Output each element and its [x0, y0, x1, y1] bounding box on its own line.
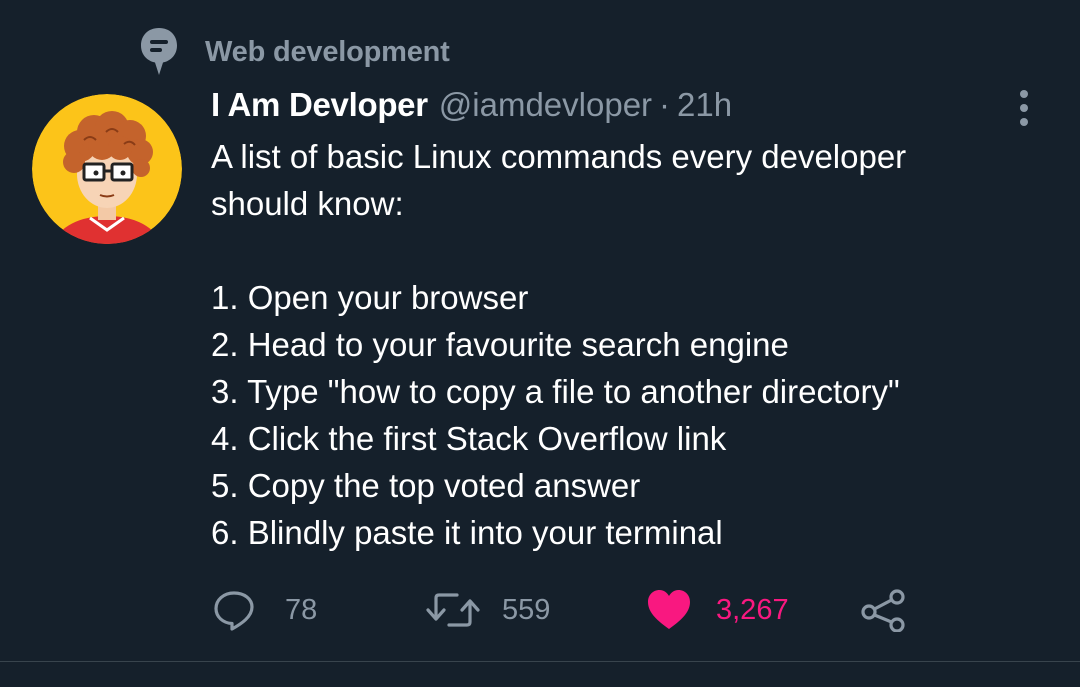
- reply-bubble-icon: [214, 591, 254, 631]
- topic-bubble-icon: [141, 28, 177, 75]
- more-options-button[interactable]: [1006, 86, 1042, 130]
- divider: [0, 661, 1080, 662]
- tweet-step: 6. Blindly paste it into your terminal: [211, 514, 723, 551]
- tweet-step: 4. Click the first Stack Overflow link: [211, 420, 727, 457]
- avatar-nerd-illustration: [32, 94, 182, 244]
- more-vertical-icon: [1020, 90, 1028, 98]
- tweet-header: I Am Devloper @iamdevloper · 21h: [211, 86, 732, 130]
- reply-button[interactable]: 78: [212, 586, 317, 634]
- tweet-intro-line: A list of basic Linux commands every dev…: [211, 138, 907, 175]
- tweet-text: A list of basic Linux commands every dev…: [211, 133, 1001, 556]
- tweet-step: 5. Copy the top voted answer: [211, 467, 641, 504]
- reply-count: 78: [285, 593, 318, 626]
- share-button[interactable]: [858, 586, 908, 634]
- tweet-intro-line: should know:: [211, 185, 404, 222]
- heart-filled-icon: [648, 590, 690, 629]
- tweet-actions: 78 559 3,267: [212, 586, 932, 634]
- author-name[interactable]: I Am Devloper: [211, 86, 428, 124]
- more-vertical-icon-dot: [1020, 118, 1028, 126]
- avatar[interactable]: [32, 94, 182, 244]
- like-count: 3,267: [716, 593, 789, 626]
- tweet-step: 1. Open your browser: [211, 279, 529, 316]
- retweet-count: 559: [502, 593, 551, 626]
- tweet-step: 2. Head to your favourite search engine: [211, 326, 789, 363]
- more-vertical-icon-dot: [1020, 104, 1028, 112]
- like-button[interactable]: 3,267: [646, 586, 789, 634]
- retweet-button[interactable]: 559: [424, 586, 550, 634]
- author-handle[interactable]: @iamdevloper: [439, 86, 652, 124]
- header-separator: ·: [659, 86, 671, 123]
- topic-context[interactable]: Web development: [139, 26, 450, 78]
- retweet-icon: [426, 593, 480, 627]
- share-icon: [861, 589, 905, 632]
- topic-label[interactable]: Web development: [205, 36, 450, 69]
- timestamp[interactable]: 21h: [677, 86, 732, 124]
- tweet-step: 3. Type "how to copy a file to another d…: [211, 373, 900, 410]
